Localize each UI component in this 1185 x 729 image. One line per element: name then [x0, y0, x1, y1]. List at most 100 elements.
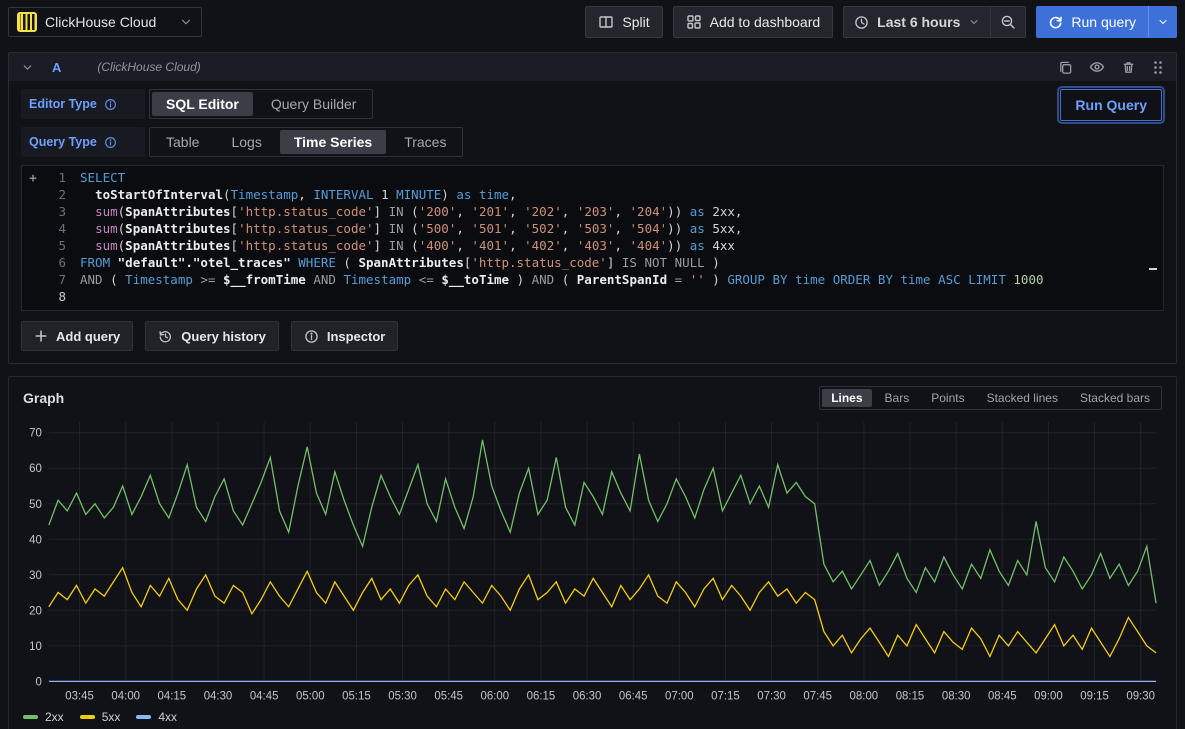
sql-line-5: 5 sum(SpanAttributes['http.status_code']… — [22, 237, 1163, 254]
drag-handle-icon[interactable] — [1152, 60, 1164, 75]
svg-text:10: 10 — [29, 641, 42, 653]
run-query-label: Run query — [1071, 14, 1136, 30]
graph-style-option-points[interactable]: Points — [922, 389, 973, 407]
svg-text:04:45: 04:45 — [250, 690, 279, 702]
series-line-5xx[interactable] — [49, 568, 1156, 657]
query-type-option-time-series[interactable]: Time Series — [280, 130, 386, 154]
time-range-picker[interactable]: Last 6 hours — [844, 7, 990, 37]
query-ref-id[interactable]: A — [52, 60, 61, 75]
graph-panel-title: Graph — [23, 390, 64, 406]
legend-label: 4xx — [158, 710, 177, 724]
query-datasource-hint: (ClickHouse Cloud) — [97, 60, 200, 74]
split-button[interactable]: Split — [585, 6, 662, 38]
clock-icon — [854, 15, 869, 30]
add-to-dashboard-button[interactable]: Add to dashboard — [673, 6, 834, 38]
info-circle-icon[interactable] — [104, 98, 117, 111]
query-actions-row: Add query Query history Inspector — [21, 311, 1164, 353]
svg-text:09:15: 09:15 — [1080, 690, 1109, 702]
svg-text:08:30: 08:30 — [942, 690, 971, 702]
info-circle-icon — [304, 329, 319, 344]
editor-type-option-sql-editor[interactable]: SQL Editor — [152, 92, 253, 116]
clickhouse-logo-icon — [17, 12, 37, 32]
svg-text:04:00: 04:00 — [111, 690, 140, 702]
editor-type-option-query-builder[interactable]: Query Builder — [257, 92, 371, 116]
query-type-switcher: TableLogsTime SeriesTraces — [149, 127, 463, 157]
zoom-out-time-button[interactable] — [990, 7, 1025, 37]
svg-text:07:15: 07:15 — [711, 690, 740, 702]
sql-line-3: 3 sum(SpanAttributes['http.status_code']… — [22, 203, 1163, 220]
svg-text:20: 20 — [29, 605, 42, 617]
query-history-button[interactable]: Query history — [145, 321, 279, 351]
svg-text:50: 50 — [29, 499, 42, 511]
sql-line-2: 2 toStartOfInterval(Timestamp, INTERVAL … — [22, 186, 1163, 203]
run-query-editor-button[interactable]: Run Query — [1060, 89, 1162, 121]
inspector-button[interactable]: Inspector — [291, 321, 399, 351]
svg-text:04:30: 04:30 — [204, 690, 233, 702]
svg-text:07:30: 07:30 — [757, 690, 786, 702]
svg-text:06:45: 06:45 — [619, 690, 648, 702]
svg-text:30: 30 — [29, 570, 42, 582]
query-type-option-table[interactable]: Table — [152, 130, 213, 154]
legend-item-2xx[interactable]: 2xx — [23, 710, 64, 724]
text-cursor — [1149, 268, 1157, 270]
svg-text:07:45: 07:45 — [803, 690, 832, 702]
query-row-header: A (ClickHouse Cloud) — [9, 53, 1176, 81]
svg-text:60: 60 — [29, 463, 42, 475]
legend-swatch-icon — [23, 715, 38, 719]
svg-text:08:00: 08:00 — [850, 690, 879, 702]
run-query-dropdown[interactable] — [1148, 6, 1177, 38]
run-query-split-button: Run query — [1036, 6, 1177, 38]
legend-label: 5xx — [102, 710, 121, 724]
svg-text:06:30: 06:30 — [573, 690, 602, 702]
history-icon — [158, 329, 173, 344]
svg-text:09:30: 09:30 — [1126, 690, 1155, 702]
svg-text:03:45: 03:45 — [65, 690, 94, 702]
svg-text:05:15: 05:15 — [342, 690, 371, 702]
graph-style-option-bars[interactable]: Bars — [876, 389, 919, 407]
info-circle-icon[interactable] — [104, 136, 117, 149]
duplicate-query-icon[interactable] — [1058, 60, 1073, 75]
svg-text:06:00: 06:00 — [481, 690, 510, 702]
datasource-name: ClickHouse Cloud — [45, 14, 171, 30]
svg-text:70: 70 — [29, 428, 42, 440]
graph-style-option-stacked-bars[interactable]: Stacked bars — [1071, 389, 1159, 407]
zoom-out-icon — [1000, 14, 1016, 30]
legend-swatch-icon — [136, 715, 151, 719]
sql-line-1: +1SELECT — [22, 169, 1163, 186]
svg-text:05:45: 05:45 — [434, 690, 463, 702]
sql-line-8: 8 — [22, 288, 1163, 305]
legend-item-5xx[interactable]: 5xx — [80, 710, 121, 724]
plus-icon — [34, 329, 48, 343]
editor-type-switcher: SQL EditorQuery Builder — [149, 89, 373, 119]
svg-text:07:00: 07:00 — [665, 690, 694, 702]
hide-query-eye-icon[interactable] — [1089, 59, 1105, 75]
sql-line-4: 4 sum(SpanAttributes['http.status_code']… — [22, 220, 1163, 237]
svg-text:08:15: 08:15 — [896, 690, 925, 702]
query-type-option-traces[interactable]: Traces — [390, 130, 460, 154]
svg-text:08:45: 08:45 — [988, 690, 1017, 702]
refresh-icon — [1048, 15, 1063, 30]
datasource-picker[interactable]: ClickHouse Cloud — [8, 7, 202, 37]
delete-query-trash-icon[interactable] — [1121, 60, 1136, 75]
graph-style-option-lines[interactable]: Lines — [822, 389, 871, 407]
svg-text:06:15: 06:15 — [527, 690, 556, 702]
query-type-label: Query Type — [21, 127, 145, 157]
sql-line-7: 7AND ( Timestamp >= $__fromTime AND Time… — [22, 271, 1163, 288]
collapse-query-icon[interactable] — [21, 61, 34, 74]
legend-item-4xx[interactable]: 4xx — [136, 710, 177, 724]
graph-style-option-stacked-lines[interactable]: Stacked lines — [978, 389, 1067, 407]
add-to-dashboard-label: Add to dashboard — [710, 14, 821, 30]
split-pane-icon — [598, 14, 614, 30]
query-type-option-logs[interactable]: Logs — [217, 130, 275, 154]
svg-text:05:30: 05:30 — [388, 690, 417, 702]
sql-code-editor[interactable]: +1SELECT2 toStartOfInterval(Timestamp, I… — [21, 165, 1164, 311]
svg-text:09:00: 09:00 — [1034, 690, 1063, 702]
timeseries-chart[interactable]: 01020304050607003:4504:0004:1504:3004:45… — [17, 410, 1168, 705]
series-line-2xx[interactable] — [49, 440, 1156, 603]
chevron-down-icon — [968, 16, 980, 28]
legend-label: 2xx — [45, 710, 64, 724]
run-query-button[interactable]: Run query — [1036, 6, 1148, 38]
svg-text:04:15: 04:15 — [158, 690, 187, 702]
svg-text:0: 0 — [36, 676, 42, 688]
add-query-button[interactable]: Add query — [21, 321, 133, 351]
